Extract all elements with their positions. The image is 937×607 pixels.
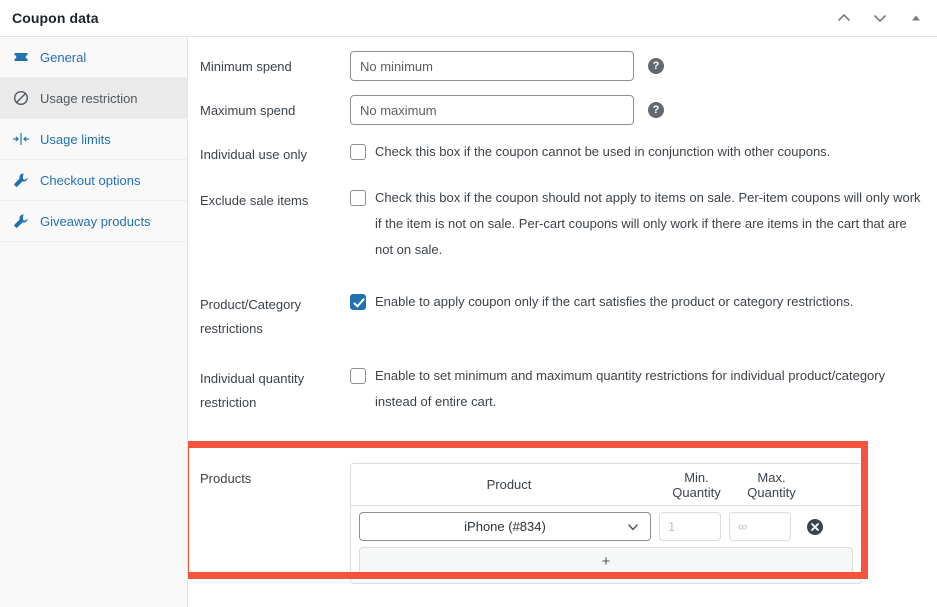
usage-limits-icon bbox=[10, 131, 32, 147]
sidebar-item-general[interactable]: General bbox=[0, 37, 187, 78]
field-label: Minimum spend bbox=[200, 59, 292, 74]
field-control: ? bbox=[350, 95, 921, 125]
column-header-max-quantity-line1: Max. bbox=[757, 469, 786, 485]
checkbox-line: Check this box if the coupon should not … bbox=[350, 185, 921, 263]
product-select[interactable]: iPhone (#834) bbox=[359, 512, 651, 541]
sidebar-item-label: Checkout options bbox=[40, 172, 141, 188]
wrench-icon bbox=[10, 172, 32, 188]
field-product-category-restrictions: Product/Category restrictions Enable to … bbox=[188, 289, 937, 341]
column-header-max-quantity: Max. Quantity bbox=[734, 470, 809, 500]
checkbox-label: Enable to apply coupon only if the cart … bbox=[375, 294, 854, 309]
panel-body: General Usage restriction Usage limits C… bbox=[0, 37, 937, 607]
field-control: Check this box if the coupon cannot be u… bbox=[350, 139, 921, 165]
toggle-panel-icon[interactable] bbox=[903, 5, 929, 31]
checkbox-label: Enable to set minimum and maximum quanti… bbox=[375, 368, 886, 409]
product-category-restrictions-checkbox[interactable] bbox=[350, 294, 366, 310]
move-up-icon[interactable] bbox=[831, 5, 857, 31]
panel-header-actions bbox=[831, 0, 929, 36]
circle-slash-icon bbox=[10, 90, 32, 106]
add-product-row-button[interactable]: + bbox=[359, 547, 853, 575]
individual-use-checkbox[interactable] bbox=[350, 144, 366, 160]
coupon-data-sidebar: General Usage restriction Usage limits C… bbox=[0, 37, 188, 607]
products-section: Products Product Min. Quantity Max. Quan… bbox=[188, 441, 937, 584]
field-label: Individual use only bbox=[200, 147, 307, 162]
field-products: Products Product Min. Quantity Max. Quan… bbox=[188, 441, 937, 584]
field-individual-quantity-restriction: Individual quantity restriction Enable t… bbox=[188, 363, 937, 415]
sidebar-item-label: Giveaway products bbox=[40, 213, 151, 229]
sidebar-item-label: Usage limits bbox=[40, 131, 111, 147]
maximum-spend-input[interactable] bbox=[350, 95, 634, 125]
checkbox-label: Check this box if the coupon cannot be u… bbox=[375, 144, 831, 159]
sidebar-item-usage-restriction[interactable]: Usage restriction bbox=[0, 78, 187, 119]
ticket-icon bbox=[10, 49, 32, 65]
remove-row-icon[interactable] bbox=[806, 518, 824, 536]
checkbox-line: Check this box if the coupon cannot be u… bbox=[350, 139, 830, 165]
field-label: Individual quantity restriction bbox=[200, 371, 305, 410]
panel-header: Coupon data bbox=[0, 0, 937, 37]
field-individual-use-only: Individual use only Check this box if th… bbox=[188, 139, 937, 167]
table-row: iPhone (#834) bbox=[359, 512, 853, 541]
field-control: ? bbox=[350, 51, 921, 81]
product-select-value: iPhone (#834) bbox=[464, 519, 546, 534]
field-label: Exclude sale items bbox=[200, 193, 309, 208]
max-quantity-input[interactable] bbox=[729, 512, 791, 541]
sidebar-item-usage-limits[interactable]: Usage limits bbox=[0, 119, 187, 160]
field-minimum-spend: Minimum spend ? bbox=[188, 51, 937, 81]
field-control: Enable to set minimum and maximum quanti… bbox=[350, 363, 921, 415]
field-control: Check this box if the coupon should not … bbox=[350, 185, 921, 263]
help-icon[interactable]: ? bbox=[648, 58, 664, 74]
min-quantity-input[interactable] bbox=[659, 512, 721, 541]
exclude-sale-items-checkbox[interactable] bbox=[350, 190, 366, 206]
field-label: Maximum spend bbox=[200, 103, 296, 118]
coupon-data-content: Minimum spend ? Maximum spend ? Individu… bbox=[188, 37, 937, 607]
coupon-data-panel: Coupon data General Usage restriction Us… bbox=[0, 0, 937, 607]
field-label: Product/Category restrictions bbox=[200, 297, 302, 336]
minimum-spend-input[interactable] bbox=[350, 51, 634, 81]
field-maximum-spend: Maximum spend ? bbox=[188, 95, 937, 125]
column-header-min-quantity: Min. Quantity bbox=[672, 469, 721, 500]
sidebar-item-checkout-options[interactable]: Checkout options bbox=[0, 160, 187, 201]
help-icon[interactable]: ? bbox=[648, 102, 664, 118]
move-down-icon[interactable] bbox=[867, 5, 893, 31]
sidebar-item-giveaway-products[interactable]: Giveaway products bbox=[0, 201, 187, 242]
field-exclude-sale-items: Exclude sale items Check this box if the… bbox=[188, 185, 937, 263]
checkbox-line: Enable to apply coupon only if the cart … bbox=[350, 289, 853, 315]
column-header-product: Product bbox=[486, 477, 532, 492]
field-label: Products bbox=[200, 471, 252, 486]
field-control: Enable to apply coupon only if the cart … bbox=[350, 289, 921, 315]
page-title: Coupon data bbox=[12, 10, 99, 26]
column-header-max-quantity-line2: Quantity bbox=[747, 484, 796, 500]
products-table-body: iPhone (#834) 1 ∞ + bbox=[351, 506, 861, 583]
checkbox-line: Enable to set minimum and maximum quanti… bbox=[350, 363, 921, 415]
checkbox-label: Check this box if the coupon should not … bbox=[375, 190, 921, 257]
sidebar-item-label: Usage restriction bbox=[40, 90, 138, 106]
products-table-header: Product Min. Quantity Max. Quantity bbox=[351, 464, 861, 506]
individual-quantity-restriction-checkbox[interactable] bbox=[350, 368, 366, 384]
sidebar-item-label: General bbox=[40, 49, 87, 65]
products-table: Product Min. Quantity Max. Quantity iPho… bbox=[350, 463, 862, 584]
chevron-down-icon bbox=[626, 520, 640, 534]
wrench-icon bbox=[10, 213, 32, 229]
